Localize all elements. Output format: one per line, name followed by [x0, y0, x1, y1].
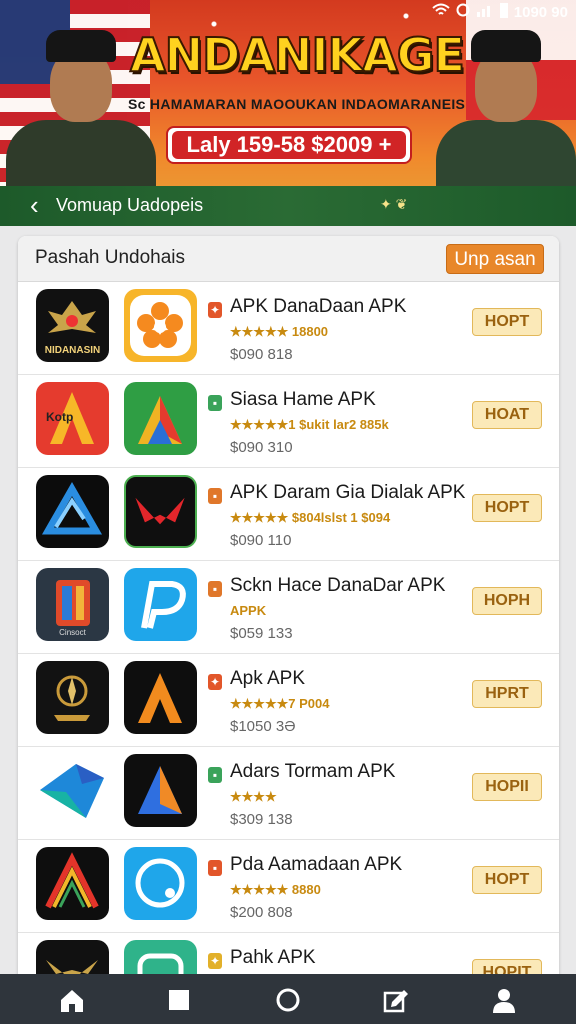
app-rating: APPK — [230, 603, 267, 618]
circle-app-icon[interactable] — [124, 847, 197, 920]
emblem-app-icon[interactable]: NIDANASIN — [36, 289, 109, 362]
a-logo-app-icon[interactable] — [124, 661, 197, 734]
a-logo-app-icon[interactable] — [124, 382, 197, 455]
app-price: $059 133 — [230, 625, 293, 642]
get-button[interactable]: HOPH — [472, 587, 542, 615]
app-name: Sckn Hace DanaDar APK — [230, 575, 446, 596]
alarm-icon — [456, 3, 470, 21]
profile-icon[interactable] — [490, 986, 518, 1014]
list-item[interactable]: Cinsoct ▪ Sckn Hace DanaDar APK APPK $05… — [18, 561, 559, 654]
banner-cta-label: Laly 159-58 $2009 + — [172, 131, 406, 159]
status-bar: 1090 90 — [432, 2, 568, 22]
a-logo-app-icon[interactable] — [36, 847, 109, 920]
list-item[interactable]: ✦ Pahk APK HOPIT — [18, 933, 559, 976]
triangle-app-icon[interactable] — [36, 475, 109, 548]
star-icon: ✦ — [208, 953, 222, 969]
circle-icon[interactable] — [274, 986, 302, 1014]
list-item[interactable]: NIDANASIN ✦ APK DanaDaan APK ★★★★★ 18800… — [18, 282, 559, 375]
app-price: $200 808 — [230, 904, 293, 921]
get-button[interactable]: HOPII — [472, 773, 542, 801]
app-rating: ★★★★★7 P004 — [230, 696, 330, 711]
list-item[interactable]: ✦ Apk APK ★★★★★7 P004 $1050 3Ə HPRT — [18, 654, 559, 747]
app-price: $090 310 — [230, 439, 293, 456]
badge-icon: ▪ — [208, 767, 222, 783]
top-nav-bar: ‹ Vomuap Uadopeis ✦ ❦ — [0, 186, 576, 226]
p-logo-app-icon[interactable] — [124, 940, 197, 976]
app-rating: ★★★★★1 $ukit lar2 885k — [230, 417, 389, 432]
emblem-app-icon[interactable] — [36, 940, 109, 976]
edit-icon[interactable] — [382, 986, 410, 1014]
app-name: Adars Tormam APK — [230, 761, 396, 782]
wifi-icon — [432, 3, 450, 21]
tile-label: Cinsoct — [59, 628, 86, 637]
app-name: Pda Aamadaan APK — [230, 854, 403, 875]
banner-title: ANDANIKAGE — [129, 27, 466, 83]
get-button[interactable]: HOPT — [472, 866, 542, 894]
app-name: Pahk APK — [230, 947, 316, 968]
get-button[interactable]: HOAT — [472, 401, 542, 429]
app-price: $090 110 — [230, 532, 292, 549]
clock: 1090 90 — [513, 3, 568, 21]
m-logo-app-icon[interactable] — [124, 475, 197, 548]
home-icon[interactable] — [58, 986, 86, 1014]
star-icon: ✦ — [208, 674, 222, 690]
banner-subtitle: Sc HAMAMARAN MAOOUKAN INDAOMARANEIS — [128, 96, 466, 112]
get-button[interactable]: HOPT — [472, 494, 542, 522]
flower-app-icon[interactable] — [124, 289, 197, 362]
square-icon[interactable] — [165, 986, 193, 1014]
list-item[interactable]: ▪ Pda Aamadaan APK ★★★★★ 8880 $200 808 H… — [18, 840, 559, 933]
app-price: $309 138 — [230, 811, 293, 828]
app-price: $1050 3Ə — [230, 718, 296, 735]
get-button[interactable]: HOPT — [472, 308, 542, 336]
bottom-nav-bar — [0, 974, 576, 1024]
badge-icon: ▪ — [208, 581, 222, 597]
p-logo-app-icon[interactable] — [124, 568, 197, 641]
list-item[interactable]: ▪ Adars Tormam APK ★★★★ $309 138 HOPII — [18, 747, 559, 840]
section-header: Pashah Undohais Unp asan — [18, 236, 559, 282]
app-name: Apk APK — [230, 668, 305, 689]
tile-label: Kotp — [46, 410, 74, 424]
app-name: APK Daram Gia Dialak APK — [230, 482, 466, 503]
a-logo-app-icon[interactable] — [124, 754, 197, 827]
app-rating: ★★★★ — [230, 789, 277, 804]
badge-icon: ▪ — [208, 488, 222, 504]
nav-title: Vomuap Uadopeis — [56, 195, 204, 215]
app-name: Siasa Hame APK — [230, 389, 376, 410]
book-app-icon[interactable]: Cinsoct — [36, 568, 109, 641]
get-button[interactable]: HPRT — [472, 680, 542, 708]
shape-app-icon[interactable] — [36, 754, 109, 827]
badge-icon: ▪ — [208, 860, 222, 876]
signal-icon — [476, 3, 494, 21]
emblem-app-icon[interactable] — [36, 661, 109, 734]
app-rating: ★★★★★ $804lslst 1 $094 — [230, 510, 391, 525]
app-rating: ★★★★★ 18800 — [230, 324, 329, 339]
app-name: APK DanaDaan APK — [230, 296, 407, 317]
a-logo-app-icon[interactable]: Kotp — [36, 382, 109, 455]
decoration-icon: ✦ ❦ — [380, 196, 408, 212]
app-list-card: Pashah Undohais Unp asan NIDANASIN ✦ APK… — [18, 236, 559, 976]
list-item[interactable]: ▪ APK Daram Gia Dialak APK ★★★★★ $804lsl… — [18, 468, 559, 561]
app-price: $090 818 — [230, 346, 293, 363]
section-action-button[interactable]: Unp asan — [446, 244, 544, 274]
app-rating: ★★★★★ 8880 — [230, 882, 321, 897]
list-item[interactable]: Kotp ▪ Siasa Hame APK ★★★★★1 $ukit lar2 … — [18, 375, 559, 468]
section-title: Pashah Undohais — [35, 247, 185, 268]
back-icon[interactable]: ‹ — [30, 192, 39, 218]
battery-icon — [499, 2, 508, 22]
banner-cta-button[interactable]: Laly 159-58 $2009 + — [166, 126, 412, 164]
badge-icon: ▪ — [208, 395, 222, 411]
tile-label: NIDANASIN — [44, 345, 101, 356]
promo-banner[interactable]: ANDANIKAGE Sc HAMAMARAN MAOOUKAN INDAOMA… — [0, 0, 576, 226]
fire-icon: ✦ — [208, 302, 222, 318]
